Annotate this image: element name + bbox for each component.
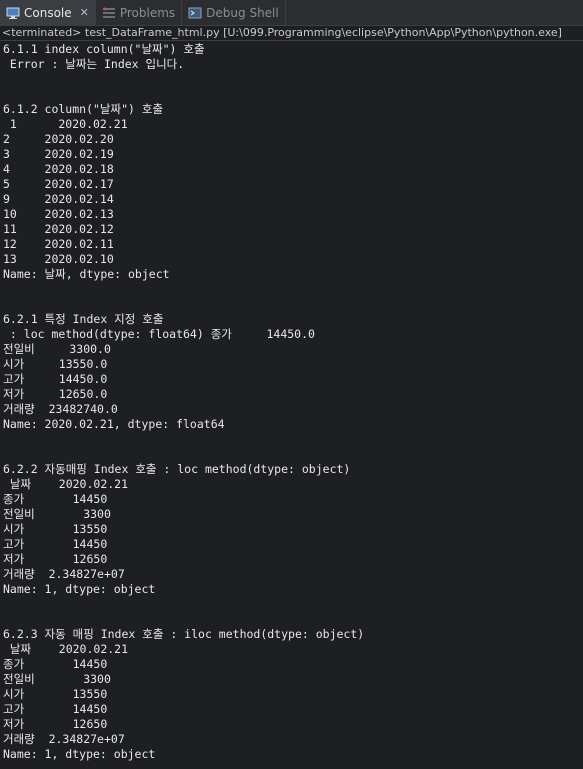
console-line: 6.2.1 특정 Index 지정 호출 — [3, 312, 164, 326]
console-line: 저가 12650.0 — [3, 387, 108, 401]
console-line: 시가 13550 — [3, 687, 108, 701]
console-icon — [6, 6, 20, 20]
console-line: 3 2020.02.19 — [3, 147, 114, 161]
close-icon[interactable]: ✕ — [80, 6, 89, 19]
console-line: 6.2.2 자동매핑 Index 호출 : loc method(dtype: … — [3, 462, 351, 476]
view-tab-bar: Console ✕ Problems Debug Shell — [0, 0, 583, 26]
console-line: 고가 14450 — [3, 537, 108, 551]
console-line: 시가 13550.0 — [3, 357, 108, 371]
console-line: 종가 14450 — [3, 657, 108, 671]
console-line: 2 2020.02.20 — [3, 132, 114, 146]
console-line: 6.1.2 column("날짜") 호출 — [3, 102, 164, 116]
tab-debug-shell[interactable]: Debug Shell — [182, 0, 286, 25]
console-line: 저가 12650 — [3, 717, 108, 731]
console-line: 5 2020.02.17 — [3, 177, 114, 191]
console-line: 11 2020.02.12 — [3, 222, 114, 236]
console-line: 날짜 2020.02.21 — [3, 477, 129, 491]
console-line: 12 2020.02.11 — [3, 237, 114, 251]
console-output[interactable]: 6.1.1 index column("날짜") 호출 Error : 날짜는 … — [0, 42, 583, 769]
console-line: 1 2020.02.21 — [3, 117, 128, 131]
console-line: Name: 날짜, dtype: object — [3, 267, 170, 281]
console-line: 저가 12650 — [3, 552, 108, 566]
process-status-line: <terminated> test_DataFrame_html.py [U:\… — [0, 26, 583, 41]
console-line: 종가 14450 — [3, 492, 108, 506]
console-line: Error : 날짜는 Index 입니다. — [3, 57, 185, 71]
console-line: Name: 2020.02.21, dtype: float64 — [3, 417, 225, 431]
tab-debug-shell-label: Debug Shell — [206, 5, 279, 20]
console-line: 거래량 2.34827e+07 — [3, 732, 125, 746]
console-line: 6.1.1 index column("날짜") 호출 — [3, 42, 205, 56]
console-line: 거래량 23482740.0 — [3, 402, 118, 416]
console-line: 전일비 3300 — [3, 672, 111, 686]
console-line: 고가 14450.0 — [3, 372, 108, 386]
console-line: 시가 13550 — [3, 522, 108, 536]
tab-problems-label: Problems — [119, 5, 176, 20]
console-line: 9 2020.02.14 — [3, 192, 114, 206]
tab-console-label: Console — [24, 5, 72, 20]
console-line: 10 2020.02.13 — [3, 207, 114, 221]
console-line: 13 2020.02.10 — [3, 252, 114, 266]
console-line: Name: 1, dtype: object — [3, 582, 156, 596]
console-line: 날짜 2020.02.21 — [3, 642, 129, 656]
tab-problems[interactable]: Problems — [96, 0, 183, 25]
console-line: : loc method(dtype: float64) 종가 14450.0 — [3, 327, 315, 341]
console-line: 고가 14450 — [3, 702, 108, 716]
debug-shell-icon — [188, 6, 202, 20]
console-line: 전일비 3300.0 — [3, 342, 111, 356]
console-line: 6.2.3 자동 매핑 Index 호출 : iloc method(dtype… — [3, 627, 365, 641]
console-line: 거래량 2.34827e+07 — [3, 567, 125, 581]
console-line: 4 2020.02.18 — [3, 162, 114, 176]
problems-icon — [102, 6, 116, 20]
tab-console[interactable]: Console ✕ — [0, 0, 96, 25]
console-line: Name: 1, dtype: object — [3, 747, 156, 761]
console-line: 전일비 3300 — [3, 507, 111, 521]
